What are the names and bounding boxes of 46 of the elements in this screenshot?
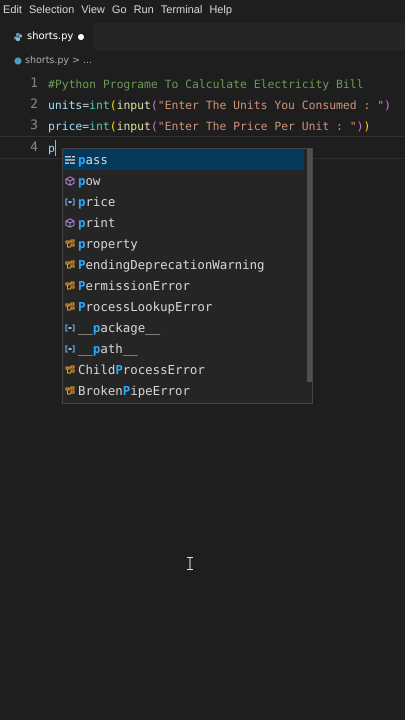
menu-item[interactable]: Selection [28, 4, 74, 16]
suggestion-item[interactable]: PendingDeprecationWarning [63, 254, 304, 275]
variable-icon [65, 196, 75, 206]
class-icon [65, 280, 75, 290]
unsaved-dot [78, 34, 84, 40]
menu-item[interactable]: Help [209, 4, 232, 16]
suggestion-item[interactable]: pass [63, 149, 304, 170]
line-number: 4 [29, 140, 39, 155]
editor-tab[interactable]: shorts.py [4, 23, 94, 50]
class-icon [65, 260, 75, 270]
cube-icon [65, 218, 75, 228]
menu-item[interactable]: Terminal [160, 4, 202, 16]
code-line: units=int(input("Enter The Units You Consumed : ") [48, 98, 391, 112]
scrollbar[interactable] [307, 149, 312, 382]
cube-icon [65, 176, 75, 186]
variable-icon [65, 344, 75, 354]
line-number: 2 [29, 97, 39, 112]
menu-item[interactable]: View [81, 4, 105, 16]
text-cursor-icon [187, 557, 193, 570]
suggestion-item[interactable]: PermissionError [63, 275, 304, 296]
class-icon [65, 238, 75, 248]
breadcrumb-file[interactable]: shorts.py [25, 55, 70, 66]
suggestion-item[interactable]: BrokenPipeError [63, 380, 304, 401]
suggestion-item[interactable]: __package__ [63, 317, 304, 338]
variable-icon [65, 322, 75, 332]
code-line: p [48, 140, 55, 154]
code-line: #Python Programe To Calculate Electricity Bill [48, 76, 364, 90]
class-icon [65, 302, 75, 312]
line-number: 1 [29, 76, 39, 91]
suggestion-item[interactable]: p rint [63, 212, 304, 233]
menu-item[interactable]: Run [134, 4, 154, 16]
suggestion-item[interactable]: P rocessLookupError [63, 296, 304, 317]
suggestion-item[interactable]: __path__ [63, 338, 304, 359]
line-number: 3 [29, 118, 39, 133]
suggestion-item[interactable]: p rice [63, 191, 304, 212]
class-icon [65, 364, 75, 374]
suggestion-item[interactable]: ChildP rocessError [63, 359, 304, 380]
suggestion-item[interactable]: p roperty [63, 233, 304, 254]
class-icon [65, 386, 75, 396]
keyword-icon [65, 154, 75, 164]
breadcrumb-separator: > [72, 55, 80, 66]
breadcrumb-more[interactable]: ... [83, 55, 92, 66]
suggestion-item[interactable]: pow [63, 170, 304, 191]
menu-item[interactable]: Edit [3, 4, 22, 16]
code-line: price=int(input("Enter The Price Per Unit : ")) [48, 118, 370, 132]
menu-item[interactable]: Go [112, 4, 127, 16]
